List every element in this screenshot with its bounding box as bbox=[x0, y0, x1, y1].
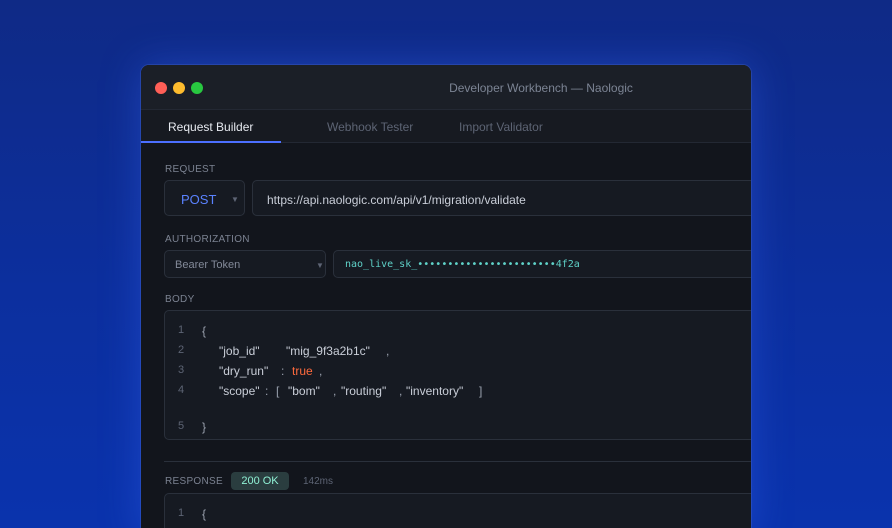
line-number: 4 bbox=[178, 384, 185, 396]
method-value: POST bbox=[181, 192, 217, 207]
json-colon: : bbox=[265, 384, 269, 398]
request-builder-panel: REQUEST POST ▼ https://api.naologic.com/… bbox=[141, 143, 751, 528]
json-bracket: ] bbox=[479, 384, 483, 398]
json-key: "dry_run" bbox=[219, 364, 269, 378]
title-bar: Developer Workbench — Naologic bbox=[141, 65, 751, 110]
json-brace: { bbox=[202, 507, 207, 521]
json-key: "job_id" bbox=[219, 344, 260, 358]
tab-import-validator[interactable]: Import Validator bbox=[459, 120, 543, 134]
json-array-item: "inventory" bbox=[406, 384, 464, 398]
response-viewer[interactable]: 1 { bbox=[164, 493, 751, 528]
json-key: "scope" bbox=[219, 384, 260, 398]
tab-request-builder[interactable]: Request Builder bbox=[168, 120, 253, 134]
line-number: 3 bbox=[178, 364, 185, 376]
response-timing: 142ms bbox=[303, 476, 334, 487]
line-number: 5 bbox=[178, 420, 185, 432]
json-colon: : bbox=[281, 364, 285, 378]
request-section-label: REQUEST bbox=[165, 164, 216, 175]
body-section-label: BODY bbox=[165, 294, 195, 305]
token-input[interactable]: nao_live_sk_•••••••••••••••••••••••4f2a bbox=[333, 250, 751, 278]
tab-bar: Request Builder Webhook Tester Import Va… bbox=[141, 110, 751, 143]
auth-type-select[interactable]: Bearer Token ▼ bbox=[164, 250, 326, 278]
json-array-item: "bom" bbox=[288, 384, 320, 398]
line-number: 1 bbox=[178, 507, 185, 519]
token-value: nao_live_sk_•••••••••••••••••••••••4f2a bbox=[345, 259, 580, 270]
json-comma: , bbox=[333, 384, 337, 398]
line-number: 2 bbox=[178, 344, 185, 356]
url-value: https://api.naologic.com/api/v1/migratio… bbox=[267, 193, 526, 207]
status-badge: 200 OK bbox=[231, 472, 289, 490]
section-divider bbox=[164, 461, 751, 462]
response-section-label: RESPONSE bbox=[165, 476, 223, 487]
json-brace: { bbox=[202, 324, 207, 338]
json-bracket: [ bbox=[276, 384, 280, 398]
body-editor[interactable]: 1 { 2 "job_id" : "mig_9f3a2b1c" , 3 "dry… bbox=[164, 310, 751, 440]
json-brace: } bbox=[202, 420, 207, 434]
line-number: 1 bbox=[178, 324, 185, 336]
json-comma: , bbox=[399, 384, 403, 398]
auth-type-value: Bearer Token bbox=[175, 259, 241, 271]
json-comma: , bbox=[319, 364, 323, 378]
method-select[interactable]: POST ▼ bbox=[164, 180, 245, 216]
json-value: "mig_9f3a2b1c" bbox=[286, 344, 370, 358]
json-array-item: "routing" bbox=[341, 384, 387, 398]
authorization-section-label: AUTHORIZATION bbox=[165, 234, 250, 245]
chevron-down-icon: ▼ bbox=[316, 261, 324, 270]
chevron-down-icon: ▼ bbox=[231, 195, 239, 204]
tab-webhook-tester[interactable]: Webhook Tester bbox=[327, 120, 413, 134]
url-input[interactable]: https://api.naologic.com/api/v1/migratio… bbox=[252, 180, 751, 216]
json-boolean: true bbox=[292, 364, 313, 378]
json-comma: , bbox=[386, 344, 390, 358]
app-window: Developer Workbench — Naologic Request B… bbox=[141, 65, 751, 528]
window-title: Developer Workbench — Naologic bbox=[449, 81, 633, 95]
